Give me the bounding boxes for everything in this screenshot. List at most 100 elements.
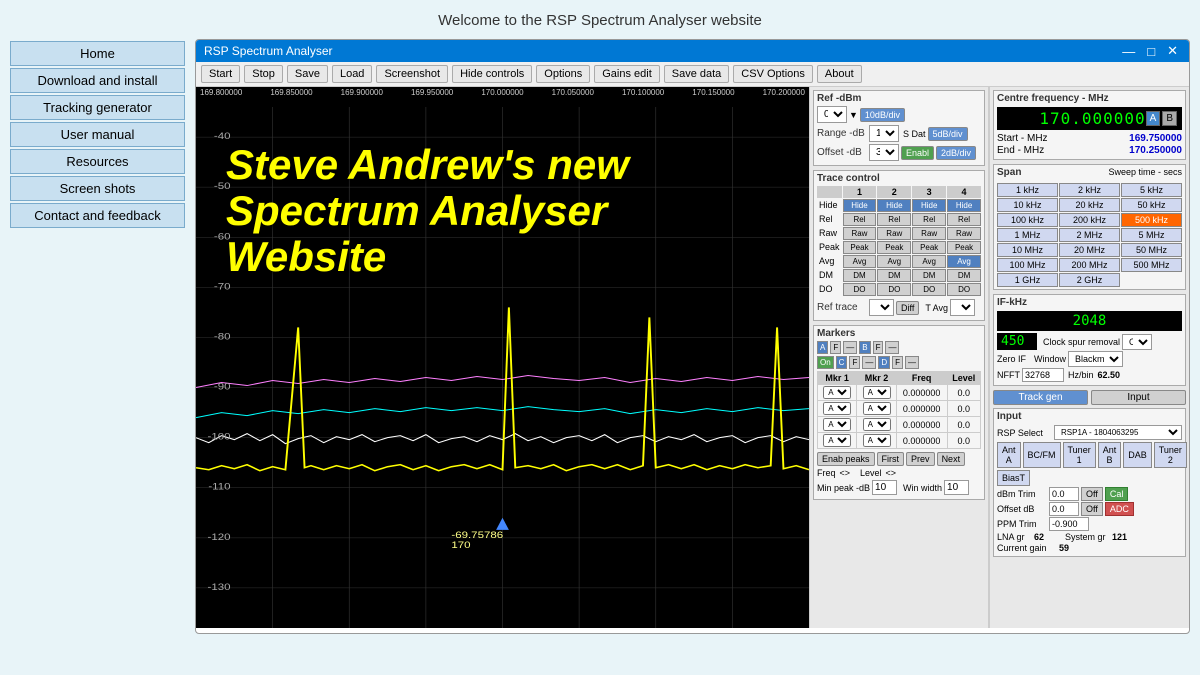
span-100khz[interactable]: 100 kHz — [997, 213, 1058, 227]
span-2ghz[interactable]: 2 GHz — [1059, 273, 1120, 287]
ref-unit-btn[interactable]: 10dB/div — [860, 108, 905, 122]
trace4-rel[interactable]: Rel — [947, 213, 981, 226]
span-500mhz[interactable]: 500 MHz — [1121, 258, 1182, 272]
trace1-peak[interactable]: Peak — [843, 241, 877, 254]
marker-dash1-btn[interactable]: — — [843, 341, 857, 354]
freq-btn-a[interactable]: A — [1146, 111, 1161, 126]
mkr1-row3[interactable]: A ▼ — [823, 418, 851, 431]
mkr2-row2[interactable]: A ▼ — [863, 402, 891, 415]
span-500khz[interactable]: 500 kHz — [1121, 213, 1182, 227]
marker-dash2-btn[interactable]: — — [885, 341, 899, 354]
span-20mhz[interactable]: 20 MHz — [1059, 243, 1120, 257]
enab-peaks-btn[interactable]: Enab peaks — [817, 452, 875, 466]
sidebar-item-manual[interactable]: User manual — [10, 122, 185, 147]
trace2-raw[interactable]: Raw — [877, 227, 911, 240]
mkr1-row4[interactable]: A ▼ — [823, 434, 851, 447]
mkr1-row1[interactable]: A ▼ — [823, 386, 851, 399]
sidebar-item-screenshots[interactable]: Screen shots — [10, 176, 185, 201]
ref-trace-select[interactable]: M — [869, 299, 894, 316]
ant-a-btn[interactable]: Ant A — [997, 442, 1021, 468]
minimize-button[interactable]: — — [1119, 43, 1138, 59]
marker-d-btn[interactable]: D — [878, 356, 890, 369]
adc-btn[interactable]: ADC — [1105, 502, 1134, 516]
maximize-button[interactable]: □ — [1144, 43, 1158, 59]
save-button[interactable]: Save — [287, 65, 328, 83]
trace2-dm[interactable]: DM — [877, 269, 911, 282]
marker-b-btn[interactable]: B — [859, 341, 870, 354]
tuner2-btn[interactable]: Tuner 2 — [1154, 442, 1187, 468]
window-select[interactable]: Blackman — [1068, 351, 1123, 367]
close-button[interactable]: ✕ — [1164, 43, 1181, 59]
rsp-select[interactable]: RSP1A - 1804063295 — [1054, 425, 1182, 440]
screenshot-button[interactable]: Screenshot — [376, 65, 448, 83]
about-button[interactable]: About — [817, 65, 862, 83]
span-1mhz[interactable]: 1 MHz — [997, 228, 1058, 242]
trace2-hide[interactable]: Hide — [877, 199, 911, 212]
span-200mhz[interactable]: 200 MHz — [1059, 258, 1120, 272]
trace3-peak[interactable]: Peak — [912, 241, 946, 254]
trace4-do[interactable]: DO — [947, 283, 981, 296]
span-10khz[interactable]: 10 kHz — [997, 198, 1058, 212]
bc-fm-btn[interactable]: BC/FM — [1023, 442, 1061, 468]
marker-f4-btn[interactable]: F — [892, 356, 903, 369]
dbm-trim-input[interactable] — [1049, 487, 1079, 501]
off2-btn[interactable]: Off — [1081, 502, 1103, 516]
trace1-hide[interactable]: Hide — [843, 199, 877, 212]
marker-on-btn[interactable]: On — [817, 356, 834, 369]
min-peak-input[interactable] — [872, 480, 897, 495]
trace4-peak[interactable]: Peak — [947, 241, 981, 254]
prev-btn[interactable]: Prev — [906, 452, 935, 466]
options-button[interactable]: Options — [536, 65, 590, 83]
next-btn[interactable]: Next — [937, 452, 966, 466]
span-10mhz[interactable]: 10 MHz — [997, 243, 1058, 257]
trace4-avg[interactable]: Avg — [947, 255, 981, 268]
sidebar-item-tracking[interactable]: Tracking generator — [10, 95, 185, 120]
offset-select[interactable]: 30 — [869, 144, 899, 161]
mkr2-row1[interactable]: A ▼ — [863, 386, 891, 399]
diff-btn[interactable]: Diff — [896, 301, 919, 315]
load-button[interactable]: Load — [332, 65, 372, 83]
span-50khz[interactable]: 50 kHz — [1121, 198, 1182, 212]
trace2-rel[interactable]: Rel — [877, 213, 911, 226]
mkr2-row4[interactable]: A ▼ — [863, 434, 891, 447]
mkr2-row3[interactable]: A ▼ — [863, 418, 891, 431]
sidebar-item-resources[interactable]: Resources — [10, 149, 185, 174]
offset-db-input[interactable] — [1049, 502, 1079, 516]
trace4-dm[interactable]: DM — [947, 269, 981, 282]
marker-f1-btn[interactable]: F — [830, 341, 841, 354]
clock-spur-select[interactable]: Off — [1122, 334, 1152, 350]
marker-a-btn[interactable]: A — [817, 341, 828, 354]
off1-btn[interactable]: Off — [1081, 487, 1103, 501]
dab-btn[interactable]: DAB — [1123, 442, 1152, 468]
marker-dash3-btn[interactable]: — — [862, 356, 876, 369]
start-button[interactable]: Start — [201, 65, 240, 83]
offset-unit-btn[interactable]: 2dB/div — [936, 146, 976, 160]
gains-edit-button[interactable]: Gains edit — [594, 65, 660, 83]
csv-options-button[interactable]: CSV Options — [733, 65, 813, 83]
range-select[interactable]: 180 — [869, 125, 899, 142]
win-width-input[interactable] — [944, 480, 969, 495]
save-data-button[interactable]: Save data — [664, 65, 730, 83]
cal-btn[interactable]: Cal — [1105, 487, 1129, 501]
input-btn[interactable]: Input — [1091, 390, 1186, 405]
ant-b-btn[interactable]: Ant B — [1098, 442, 1122, 468]
range-unit-btn[interactable]: 5dB/div — [928, 127, 968, 141]
trace2-peak[interactable]: Peak — [877, 241, 911, 254]
hide-controls-button[interactable]: Hide controls — [452, 65, 532, 83]
trace1-dm[interactable]: DM — [843, 269, 877, 282]
span-5khz[interactable]: 5 kHz — [1121, 183, 1182, 197]
stop-button[interactable]: Stop — [244, 65, 283, 83]
span-2mhz[interactable]: 2 MHz — [1059, 228, 1120, 242]
span-5mhz[interactable]: 5 MHz — [1121, 228, 1182, 242]
trace1-raw[interactable]: Raw — [843, 227, 877, 240]
trace3-raw[interactable]: Raw — [912, 227, 946, 240]
marker-f3-btn[interactable]: F — [849, 356, 860, 369]
t-avg-select[interactable]: 20 — [950, 299, 975, 316]
span-20khz[interactable]: 20 kHz — [1059, 198, 1120, 212]
trace3-avg[interactable]: Avg — [912, 255, 946, 268]
span-200khz[interactable]: 200 kHz — [1059, 213, 1120, 227]
first-btn[interactable]: First — [877, 452, 905, 466]
ppm-trim-input[interactable] — [1049, 517, 1089, 531]
trace3-hide[interactable]: Hide — [912, 199, 946, 212]
trace1-rel[interactable]: Rel — [843, 213, 877, 226]
